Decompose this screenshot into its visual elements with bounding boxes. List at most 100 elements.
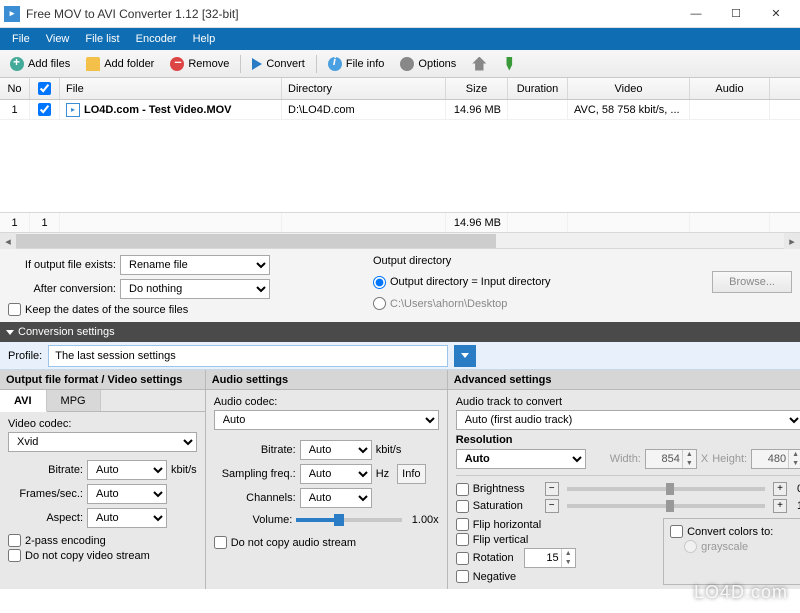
tab-mpg[interactable]: MPG [47, 390, 101, 411]
flip-v-checkbox[interactable] [456, 533, 469, 546]
channels-select[interactable]: Auto [300, 488, 372, 508]
negative-label: Negative [473, 571, 516, 583]
audio-info-button[interactable]: Info [397, 464, 425, 484]
convert-colors-group: Convert colors to: grayscale [663, 518, 800, 585]
rotation-value[interactable] [525, 552, 561, 564]
keep-dates-checkbox[interactable] [8, 303, 21, 316]
convert-colors-label: Convert colors to: [687, 526, 773, 538]
brightness-checkbox[interactable] [456, 483, 469, 496]
profile-select[interactable]: The last session settings [48, 345, 448, 367]
col-size[interactable]: Size [446, 78, 508, 99]
cell-size: 14.96 MB [446, 100, 508, 119]
saturation-checkbox[interactable] [456, 500, 469, 513]
sampling-unit: Hz [376, 468, 389, 480]
pin-button[interactable] [495, 54, 523, 74]
tab-avi[interactable]: AVI [0, 390, 47, 412]
col-file[interactable]: File [60, 78, 282, 99]
brightness-slider[interactable] [567, 487, 765, 491]
if-exists-label: If output file exists: [8, 259, 116, 271]
cell-video: AVC, 58 758 kbit/s, ... [568, 100, 690, 119]
play-icon [252, 58, 262, 70]
toolbar-separator [240, 55, 241, 73]
header-checkbox[interactable] [38, 82, 51, 95]
menu-file[interactable]: File [4, 28, 38, 50]
video-codec-select[interactable]: Xvid [8, 432, 197, 452]
scroll-right-icon[interactable]: ▸ [784, 233, 800, 249]
maximize-button[interactable]: ☐ [716, 0, 756, 28]
saturation-slider[interactable] [567, 504, 765, 508]
menu-encoder[interactable]: Encoder [128, 28, 185, 50]
brightness-plus[interactable]: + [773, 482, 787, 496]
saturation-minus[interactable]: − [545, 499, 559, 513]
height-spinner: ▲▼ [751, 449, 800, 469]
width-label: Width: [610, 453, 641, 465]
home-button[interactable] [465, 54, 493, 74]
profile-dropdown-button[interactable] [454, 345, 476, 367]
options-button[interactable]: Options [393, 54, 463, 74]
col-video[interactable]: Video [568, 78, 690, 99]
col-check[interactable] [30, 78, 60, 99]
scroll-thumb[interactable] [16, 234, 496, 248]
audio-pane-title: Audio settings [206, 370, 447, 390]
horizontal-scrollbar[interactable]: ◂ ▸ [0, 232, 800, 248]
close-button[interactable]: ✕ [756, 0, 796, 28]
col-audio[interactable]: Audio [690, 78, 770, 99]
col-directory[interactable]: Directory [282, 78, 446, 99]
outdir-heading: Output directory [373, 255, 792, 267]
aspect-select[interactable]: Auto [87, 508, 167, 528]
resolution-select[interactable]: Auto [456, 449, 586, 469]
flip-h-checkbox[interactable] [456, 518, 469, 531]
video-bitrate-select[interactable]: Auto [87, 460, 167, 480]
profile-value: The last session settings [55, 350, 175, 362]
two-pass-checkbox[interactable] [8, 534, 21, 547]
convert-colors-checkbox[interactable] [670, 525, 683, 538]
col-no[interactable]: No [0, 78, 30, 99]
conversion-settings-bar[interactable]: Conversion settings [0, 322, 800, 342]
grayscale-radio [684, 540, 697, 553]
remove-button[interactable]: Remove [163, 54, 236, 74]
minus-icon [170, 57, 184, 71]
rotation-spinner[interactable]: ▲▼ [524, 548, 576, 568]
saturation-label: Saturation [473, 500, 541, 512]
file-info-button[interactable]: File info [321, 54, 392, 74]
fps-select[interactable]: Auto [87, 484, 167, 504]
outdir-custom-radio[interactable] [373, 297, 386, 310]
convert-label: Convert [266, 58, 305, 70]
row-checkbox[interactable] [38, 103, 51, 116]
minimize-button[interactable]: — [676, 0, 716, 28]
menu-filelist[interactable]: File list [77, 28, 127, 50]
menu-view[interactable]: View [38, 28, 78, 50]
info-icon [328, 57, 342, 71]
convert-button[interactable]: Convert [245, 55, 312, 73]
audio-bitrate-unit: kbit/s [376, 444, 402, 456]
sampling-select[interactable]: Auto [300, 464, 372, 484]
no-copy-video-checkbox[interactable] [8, 549, 21, 562]
if-exists-select[interactable]: Rename file [120, 255, 270, 275]
add-files-button[interactable]: Add files [3, 54, 77, 74]
audio-bitrate-select[interactable]: Auto [300, 440, 372, 460]
audio-track-select[interactable]: Auto (first audio track) [456, 410, 800, 430]
advanced-pane: Advanced settings Audio track to convert… [448, 370, 800, 589]
scroll-left-icon[interactable]: ◂ [0, 233, 16, 249]
output-options: If output file exists: Rename file After… [0, 248, 800, 322]
no-copy-audio-checkbox[interactable] [214, 536, 227, 549]
add-folder-button[interactable]: Add folder [79, 54, 161, 74]
saturation-plus[interactable]: + [773, 499, 787, 513]
after-conv-select[interactable]: Do nothing [120, 279, 270, 299]
outdir-same-radio[interactable] [373, 276, 386, 289]
settings-area: Output file format / Video settings AVI … [0, 370, 800, 589]
remove-label: Remove [188, 58, 229, 70]
audio-codec-select[interactable]: Auto [214, 410, 439, 430]
brightness-minus[interactable]: − [545, 482, 559, 496]
rotation-checkbox[interactable] [456, 552, 469, 565]
negative-checkbox[interactable] [456, 570, 469, 583]
brightness-label: Brightness [473, 483, 541, 495]
menu-help[interactable]: Help [185, 28, 224, 50]
cell-check [30, 100, 60, 119]
browse-button[interactable]: Browse... [712, 271, 792, 293]
table-row[interactable]: 1 LO4D.com - Test Video.MOV D:\LO4D.com … [0, 100, 800, 120]
sampling-label: Sampling freq.: [214, 468, 296, 480]
col-duration[interactable]: Duration [508, 78, 568, 99]
audio-pane: Audio settings Audio codec: Auto Bitrate… [206, 370, 448, 589]
volume-slider[interactable] [296, 518, 401, 522]
